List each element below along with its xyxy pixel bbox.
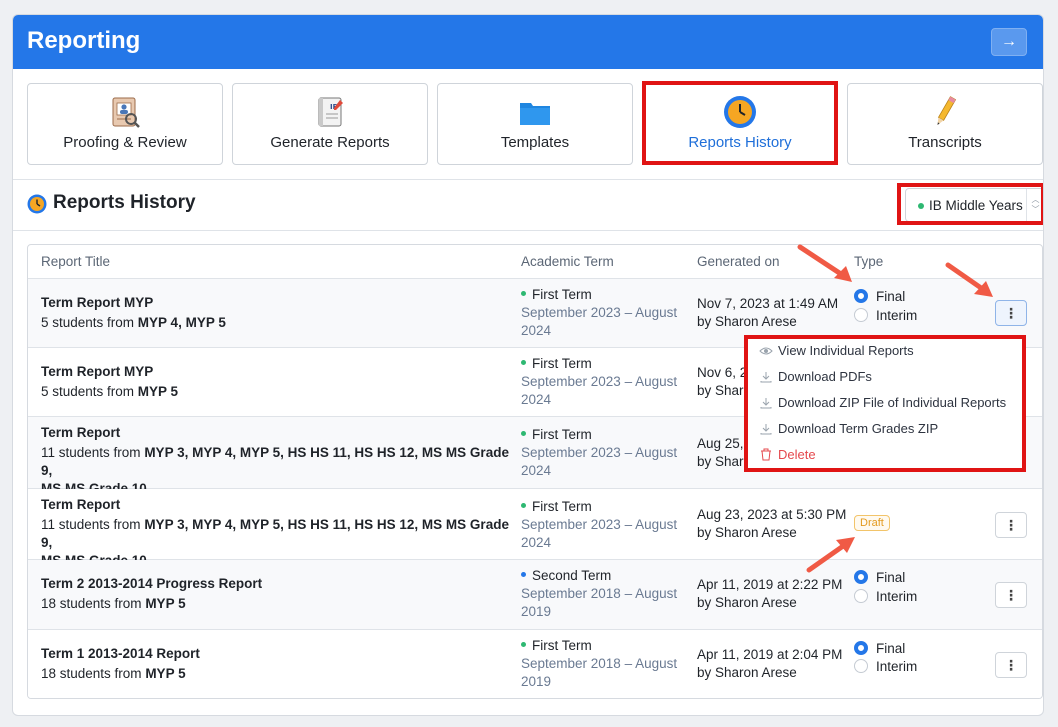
column-header-generated-on[interactable]: Generated on [697, 254, 780, 269]
chevron-up-down-icon: ︿ ﹀ [1026, 189, 1043, 221]
table-row: Term 1 2013-2014 Report 18 students from… [28, 630, 1042, 698]
generated-on: Apr 11, 2019 at 2:04 PM by Sharon Arese [697, 647, 843, 680]
generated-on: Aug 25, by Shar [697, 436, 744, 469]
tile-label: Templates [500, 134, 570, 151]
tile-transcripts[interactable]: Transcripts [847, 83, 1043, 165]
academic-term: Second Term September 2018 – August 2019 [521, 568, 678, 619]
report-title[interactable]: Term Report [41, 496, 120, 514]
term-status-dot [521, 359, 526, 365]
table-row: Term Report 11 students from MYP 3, MYP … [28, 489, 1042, 568]
academic-term: First Term September 2023 – August 2024 [521, 287, 678, 338]
report-cards-icon: IB [318, 97, 343, 127]
pencil-icon [937, 96, 957, 125]
radio-checked[interactable] [854, 570, 868, 584]
tile-reports-history[interactable]: Reports History [642, 83, 838, 165]
tile-label: Reports History [688, 134, 792, 151]
type-final-option[interactable]: Final [854, 287, 905, 305]
term-status-dot [521, 430, 526, 436]
more-vertical-icon: ⋮ [1004, 304, 1018, 321]
academic-term: First Term September 2018 – August 2019 [521, 638, 678, 689]
type-final-option[interactable]: Final [854, 568, 905, 586]
radio-unchecked[interactable] [854, 308, 868, 322]
menu-item-download-pdfs[interactable]: Download PDFs [758, 369, 872, 384]
program-select[interactable]: IB Middle Years ︿ ﹀ [905, 188, 1043, 222]
eye-icon [758, 344, 774, 358]
reporting-nav-tiles: Proofing & Review IB Generate Reports Te… [27, 81, 1043, 165]
academic-term: First Term September 2023 – August 2024 [521, 356, 678, 407]
more-vertical-icon: ⋮ [1004, 656, 1018, 673]
generated-on: Nov 6, 2 by Sharo [697, 365, 752, 398]
term-status-dot [521, 502, 526, 508]
academic-term: First Term September 2023 – August 2024 [521, 499, 678, 550]
radio-unchecked[interactable] [854, 659, 868, 673]
more-vertical-icon: ⋮ [1004, 586, 1018, 603]
row-actions-menu: View Individual Reports Download PDFs Do… [744, 335, 1026, 472]
download-icon [758, 422, 774, 436]
expand-button[interactable]: → [991, 28, 1027, 56]
status-dot [918, 203, 924, 209]
term-status-dot [521, 641, 526, 647]
trash-icon [758, 448, 774, 462]
program-select-value: IB Middle Years [929, 198, 1023, 213]
draft-badge: Draft [854, 515, 890, 531]
column-header-academic-term[interactable]: Academic Term [521, 254, 614, 269]
tile-label: Generate Reports [270, 134, 390, 151]
report-students: 5 students from MYP 5 [41, 384, 179, 399]
report-title[interactable]: Term Report MYP [41, 363, 153, 381]
report-title[interactable]: Term Report MYP [41, 294, 153, 312]
tile-templates[interactable]: Templates [437, 83, 633, 165]
report-title[interactable]: Term 2 2013-2014 Progress Report [41, 575, 262, 593]
type-interim-option[interactable]: Interim [854, 587, 917, 605]
more-vertical-icon: ⋮ [1004, 516, 1018, 533]
type-interim-option[interactable]: Interim [854, 657, 917, 675]
report-title[interactable]: Term 1 2013-2014 Report [41, 645, 200, 663]
row-actions-button[interactable]: ⋮ [995, 582, 1027, 608]
arrow-right-icon: → [1001, 33, 1017, 50]
report-title[interactable]: Term Report [41, 424, 120, 442]
download-icon [758, 370, 774, 384]
column-header-report-title[interactable]: Report Title [41, 254, 110, 269]
row-actions-button[interactable]: ⋮ [995, 652, 1027, 678]
radio-checked[interactable] [854, 641, 868, 655]
generated-on: Aug 23, 2023 at 5:30 PM by Sharon Arese [697, 507, 847, 540]
clock-icon [724, 96, 756, 128]
report-students: 18 students from MYP 5 [41, 596, 186, 611]
menu-item-delete[interactable]: Delete [758, 447, 816, 462]
report-students: 18 students from MYP 5 [41, 666, 186, 681]
type-interim-option[interactable]: Interim [854, 306, 917, 324]
tile-label: Transcripts [908, 134, 982, 151]
radio-unchecked[interactable] [854, 589, 868, 603]
table-header: Report Title Academic Term Generated on … [28, 245, 1042, 279]
row-actions-button[interactable]: ⋮ [995, 300, 1027, 326]
column-header-type[interactable]: Type [854, 254, 883, 269]
reporting-header: Reporting → [13, 15, 1043, 69]
section-title: Reports History [53, 192, 196, 213]
proofing-icon [112, 97, 140, 128]
menu-item-download-term-grades-zip[interactable]: Download Term Grades ZIP [758, 421, 938, 436]
menu-item-download-zip-individual[interactable]: Download ZIP File of Individual Reports [758, 395, 1006, 410]
term-status-dot [521, 290, 526, 296]
generated-on: Nov 7, 2023 at 1:49 AM by Sharon Arese [697, 296, 839, 329]
table-row: Term 2 2013-2014 Progress Report 18 stud… [28, 560, 1042, 630]
generated-on: Apr 11, 2019 at 2:22 PM by Sharon Arese [697, 577, 843, 610]
divider [13, 230, 1043, 231]
clock-icon [27, 194, 47, 214]
radio-checked[interactable] [854, 289, 868, 303]
tile-generate-reports[interactable]: IB Generate Reports [232, 83, 428, 165]
tile-label: Proofing & Review [63, 134, 187, 151]
folder-icon [520, 103, 550, 125]
divider [13, 179, 1043, 180]
academic-term: First Term September 2023 – August 2024 [521, 427, 678, 478]
page-title: Reporting [27, 27, 141, 54]
menu-item-view-individual-reports[interactable]: View Individual Reports [758, 343, 914, 358]
tile-proofing-review[interactable]: Proofing & Review [27, 83, 223, 165]
term-status-dot [521, 571, 526, 577]
report-students: 5 students from MYP 4, MYP 5 [41, 315, 226, 330]
row-actions-button[interactable]: ⋮ [995, 512, 1027, 538]
download-icon [758, 396, 774, 410]
type-final-option[interactable]: Final [854, 639, 905, 657]
